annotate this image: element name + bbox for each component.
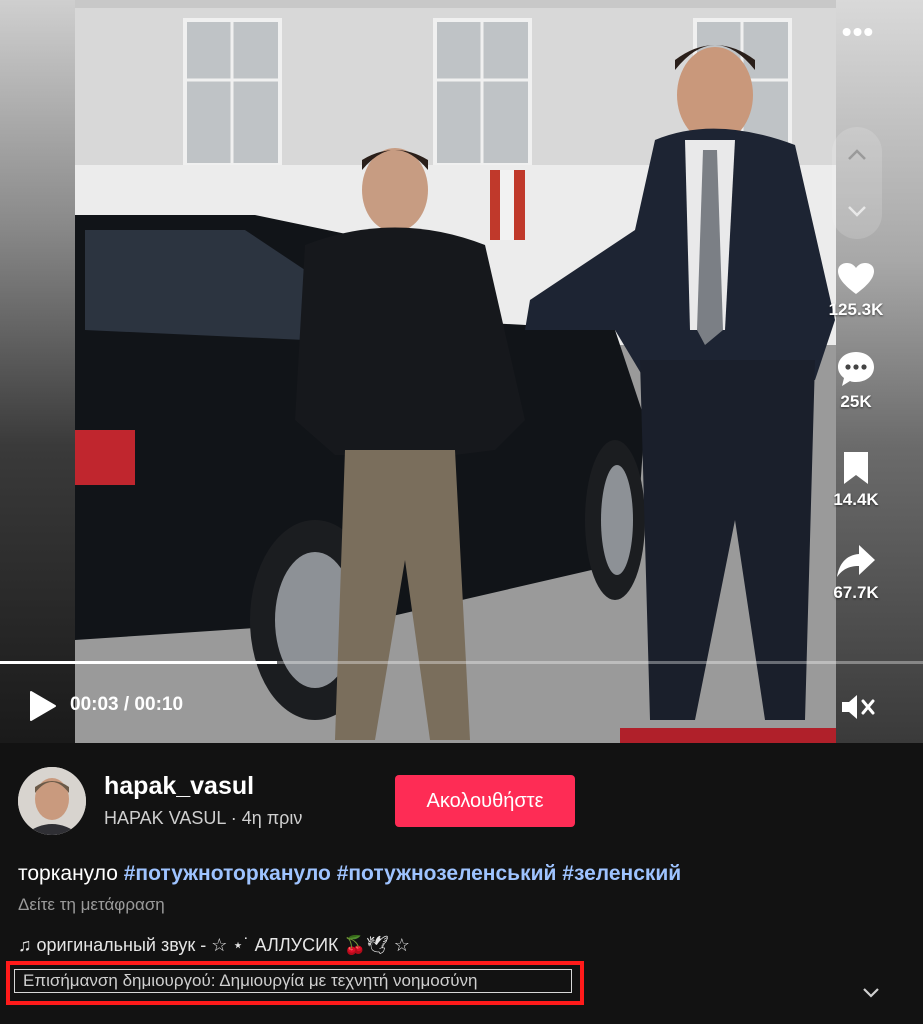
caption-text: торкануло: [18, 862, 118, 885]
avatar-image: [18, 767, 86, 835]
comment-button[interactable]: 25K: [821, 350, 891, 412]
creator-avatar[interactable]: [18, 767, 86, 835]
video-blur-left: [0, 0, 75, 743]
hashtag-link[interactable]: #потужнозеленський: [337, 862, 557, 885]
share-count: 67.7K: [833, 583, 879, 602]
save-button[interactable]: 14.4K: [821, 450, 891, 510]
next-video-button[interactable]: [832, 191, 882, 231]
video-caption: торкануло #потужноторкануло #потужнозеле…: [18, 862, 681, 886]
progress-fill: [0, 661, 277, 664]
heart-icon: [838, 263, 874, 294]
save-count: 14.4K: [833, 490, 879, 509]
creator-username[interactable]: hapak_vasul: [104, 772, 254, 801]
see-translation-link[interactable]: Δείτε τη μετάφραση: [18, 895, 165, 915]
video-scene: [75, 0, 836, 743]
comment-icon: [838, 352, 874, 386]
bookmark-icon: [844, 452, 868, 484]
follow-button[interactable]: Ακολουθήστε: [395, 775, 575, 827]
like-count: 125.3K: [828, 300, 884, 319]
mute-button[interactable]: [840, 692, 876, 722]
hashtag-link[interactable]: #зеленский: [562, 862, 681, 885]
share-icon: [837, 545, 875, 577]
more-options-button[interactable]: •••: [838, 18, 878, 52]
hashtag-link[interactable]: #потужноторкануло: [124, 862, 331, 885]
more-icon: •••: [841, 16, 875, 47]
chevron-up-icon: [848, 149, 866, 160]
highlight-box: Επισήμανση δημιουργού: Δημιουργία με τεχ…: [6, 961, 584, 1005]
share-button[interactable]: 67.7K: [821, 543, 891, 603]
expand-icon: [863, 988, 879, 998]
creator-label-badge[interactable]: Επισήμανση δημιουργού: Δημιουργία με τεχ…: [14, 969, 572, 993]
video-frame[interactable]: [75, 0, 836, 743]
video-nav-pill: [832, 127, 882, 239]
time-display: 00:03 / 00:10: [70, 694, 184, 715]
play-button[interactable]: [28, 690, 58, 722]
video-player[interactable]: ••• 125.3K 25K 14.4K 67.7K 00:03 / 00:10: [0, 0, 923, 743]
progress-bar[interactable]: [0, 661, 923, 664]
music-link[interactable]: ♫ оригинальный звук - ☆ ⋆˙ АЛЛУСИК 🍒🕊 ☆: [18, 935, 410, 956]
mute-icon: [842, 695, 875, 719]
like-button[interactable]: 125.3K: [821, 262, 891, 320]
creator-subline: HAPAK VASUL · 4η πριν: [104, 808, 303, 828]
expand-button[interactable]: [858, 982, 884, 1002]
comment-count: 25K: [840, 392, 872, 411]
previous-video-button[interactable]: [832, 135, 882, 175]
play-icon: [30, 691, 56, 721]
chevron-down-icon: [848, 206, 866, 217]
creator-label-text: Επισήμανση δημιουργού: Δημιουργία με τεχ…: [23, 971, 478, 990]
